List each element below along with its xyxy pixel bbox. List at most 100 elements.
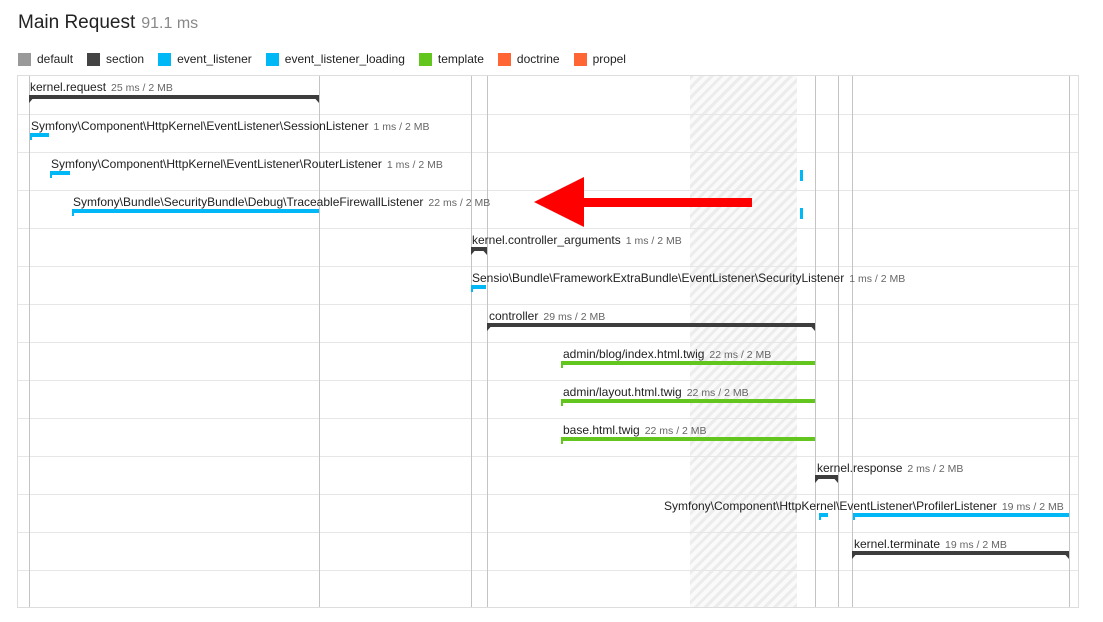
- event-bar-base-template[interactable]: [561, 437, 815, 444]
- event-label-admin-blog-index-template[interactable]: admin/blog/index.html.twig 22 ms / 2 MB: [563, 347, 771, 362]
- event-meta: 22 ms / 2 MB: [709, 349, 772, 361]
- red-arrow-annotation-icon: [534, 177, 752, 227]
- timeline-panel: kernel.request 25 ms / 2 MB Symfony\Compo…: [17, 75, 1079, 608]
- event-name: controller: [489, 309, 539, 323]
- event-bar-firewall-listener[interactable]: [72, 209, 319, 216]
- legend-label-propel: propel: [592, 52, 626, 66]
- event-name: base.html.twig: [563, 423, 640, 437]
- event-name: admin/layout.html.twig: [563, 385, 682, 399]
- event-meta: 19 ms / 2 MB: [1001, 501, 1064, 513]
- row-divider: [18, 380, 1078, 381]
- event-label-firewall-listener[interactable]: Symfony\Bundle\SecurityBundle\Debug\Trac…: [73, 195, 490, 210]
- event-label-kernel-request[interactable]: kernel.request 25 ms / 2 MB: [30, 80, 173, 95]
- event-label-base-template[interactable]: base.html.twig 22 ms / 2 MB: [563, 423, 707, 438]
- event-name: Symfony\Component\HttpKernel\EventListen…: [664, 499, 997, 513]
- event-label-profiler-listener[interactable]: Symfony\Component\HttpKernel\EventListen…: [664, 499, 1064, 514]
- event-name: kernel.request: [30, 80, 107, 94]
- event-meta: 1 ms / 2 MB: [849, 273, 906, 285]
- event-meta: 29 ms / 2 MB: [543, 311, 606, 323]
- event-name: Symfony\Component\HttpKernel\EventListen…: [31, 119, 369, 133]
- event-bar-kernel-response[interactable]: [815, 475, 838, 483]
- row-divider: [18, 456, 1078, 457]
- event-bar-firewall-listener-tail[interactable]: [800, 208, 803, 219]
- legend-label-event-listener: event_listener: [177, 52, 252, 66]
- event-name: Symfony\Component\HttpKernel\EventListen…: [51, 157, 382, 171]
- event-meta: 22 ms / 2 MB: [644, 425, 707, 437]
- legend: default section event_listener event_lis…: [18, 52, 640, 66]
- section-boundary-line: [487, 76, 488, 607]
- event-name: kernel.controller_arguments: [472, 233, 621, 247]
- section-boundary-line: [319, 76, 320, 607]
- legend-item-section[interactable]: section: [87, 52, 144, 66]
- row-divider: [18, 570, 1078, 571]
- section-boundary-line: [1069, 76, 1070, 607]
- event-bar-kernel-terminate[interactable]: [852, 551, 1069, 559]
- event-meta: 22 ms / 2 MB: [428, 197, 491, 209]
- event-name: admin/blog/index.html.twig: [563, 347, 705, 361]
- event-meta: 2 ms / 2 MB: [907, 463, 964, 475]
- row-divider: [18, 304, 1078, 305]
- event-meta: 22 ms / 2 MB: [686, 387, 749, 399]
- event-bar-kernel-request[interactable]: [29, 95, 319, 103]
- event-label-controller[interactable]: controller 29 ms / 2 MB: [489, 309, 605, 324]
- event-bar-profiler-listener-start[interactable]: [819, 513, 828, 520]
- event-bar-sensio-security-listener[interactable]: [471, 285, 486, 292]
- section-boundary-line: [815, 76, 816, 607]
- event-name: Symfony\Bundle\SecurityBundle\Debug\Trac…: [73, 195, 424, 209]
- page-title-text: Main Request: [18, 12, 136, 33]
- event-meta: 1 ms / 2 MB: [625, 235, 682, 247]
- event-bar-session-listener[interactable]: [30, 133, 49, 140]
- legend-item-event-listener-loading[interactable]: event_listener_loading: [265, 52, 405, 66]
- legend-label-default: default: [37, 52, 74, 66]
- event-bar-router-listener-tail[interactable]: [800, 170, 803, 181]
- legend-label-template: template: [437, 52, 484, 66]
- legend-swatch-event-listener-loading: [265, 52, 279, 66]
- event-bar-kernel-controller-arguments[interactable]: [471, 247, 487, 255]
- row-divider: [18, 418, 1078, 419]
- event-label-kernel-response[interactable]: kernel.response 2 ms / 2 MB: [817, 461, 963, 476]
- section-boundary-line: [852, 76, 853, 607]
- event-name: kernel.response: [817, 461, 903, 475]
- event-meta: 1 ms / 2 MB: [373, 121, 430, 133]
- row-divider: [18, 114, 1078, 115]
- legend-item-default[interactable]: default: [18, 52, 73, 66]
- row-divider: [18, 494, 1078, 495]
- legend-swatch-doctrine: [497, 52, 511, 66]
- legend-label-section: section: [106, 52, 145, 66]
- section-boundary-line: [471, 76, 472, 607]
- section-boundary-line: [29, 76, 30, 607]
- event-bar-admin-layout-template[interactable]: [561, 399, 815, 406]
- event-label-kernel-terminate[interactable]: kernel.terminate 19 ms / 2 MB: [854, 537, 1007, 552]
- event-bar-profiler-listener[interactable]: [853, 513, 1069, 520]
- event-bar-router-listener[interactable]: [50, 171, 70, 178]
- section-boundary-line: [838, 76, 839, 607]
- legend-item-template[interactable]: template: [418, 52, 484, 66]
- legend-item-doctrine[interactable]: doctrine: [497, 52, 560, 66]
- event-label-router-listener[interactable]: Symfony\Component\HttpKernel\EventListen…: [51, 157, 443, 172]
- legend-item-propel[interactable]: propel: [573, 52, 626, 66]
- event-meta: 25 ms / 2 MB: [111, 82, 173, 94]
- legend-item-event-listener[interactable]: event_listener: [158, 52, 252, 66]
- legend-swatch-section: [87, 52, 101, 66]
- event-bar-controller[interactable]: [487, 323, 815, 331]
- event-label-session-listener[interactable]: Symfony\Component\HttpKernel\EventListen…: [31, 119, 430, 134]
- legend-swatch-default: [18, 52, 31, 66]
- legend-label-event-listener-loading: event_listener_loading: [284, 52, 405, 66]
- row-divider: [18, 342, 1078, 343]
- legend-swatch-event-listener: [158, 52, 172, 66]
- event-label-kernel-controller-arguments[interactable]: kernel.controller_arguments 1 ms / 2 MB: [472, 233, 682, 248]
- row-divider: [18, 532, 1078, 533]
- legend-swatch-template: [418, 52, 432, 66]
- event-label-admin-layout-template[interactable]: admin/layout.html.twig 22 ms / 2 MB: [563, 385, 749, 400]
- legend-swatch-propel: [573, 52, 587, 66]
- total-duration: 91.1 ms: [141, 15, 199, 32]
- legend-label-doctrine: doctrine: [516, 52, 560, 66]
- event-label-sensio-security-listener[interactable]: Sensio\Bundle\FrameworkExtraBundle\Event…: [472, 271, 905, 286]
- row-divider: [18, 228, 1078, 229]
- event-meta: 19 ms / 2 MB: [945, 539, 1007, 551]
- event-name: Sensio\Bundle\FrameworkExtraBundle\Event…: [472, 271, 845, 285]
- event-meta: 1 ms / 2 MB: [386, 159, 443, 171]
- event-name: kernel.terminate: [854, 537, 941, 551]
- row-divider: [18, 266, 1078, 267]
- event-bar-admin-blog-index-template[interactable]: [561, 361, 815, 368]
